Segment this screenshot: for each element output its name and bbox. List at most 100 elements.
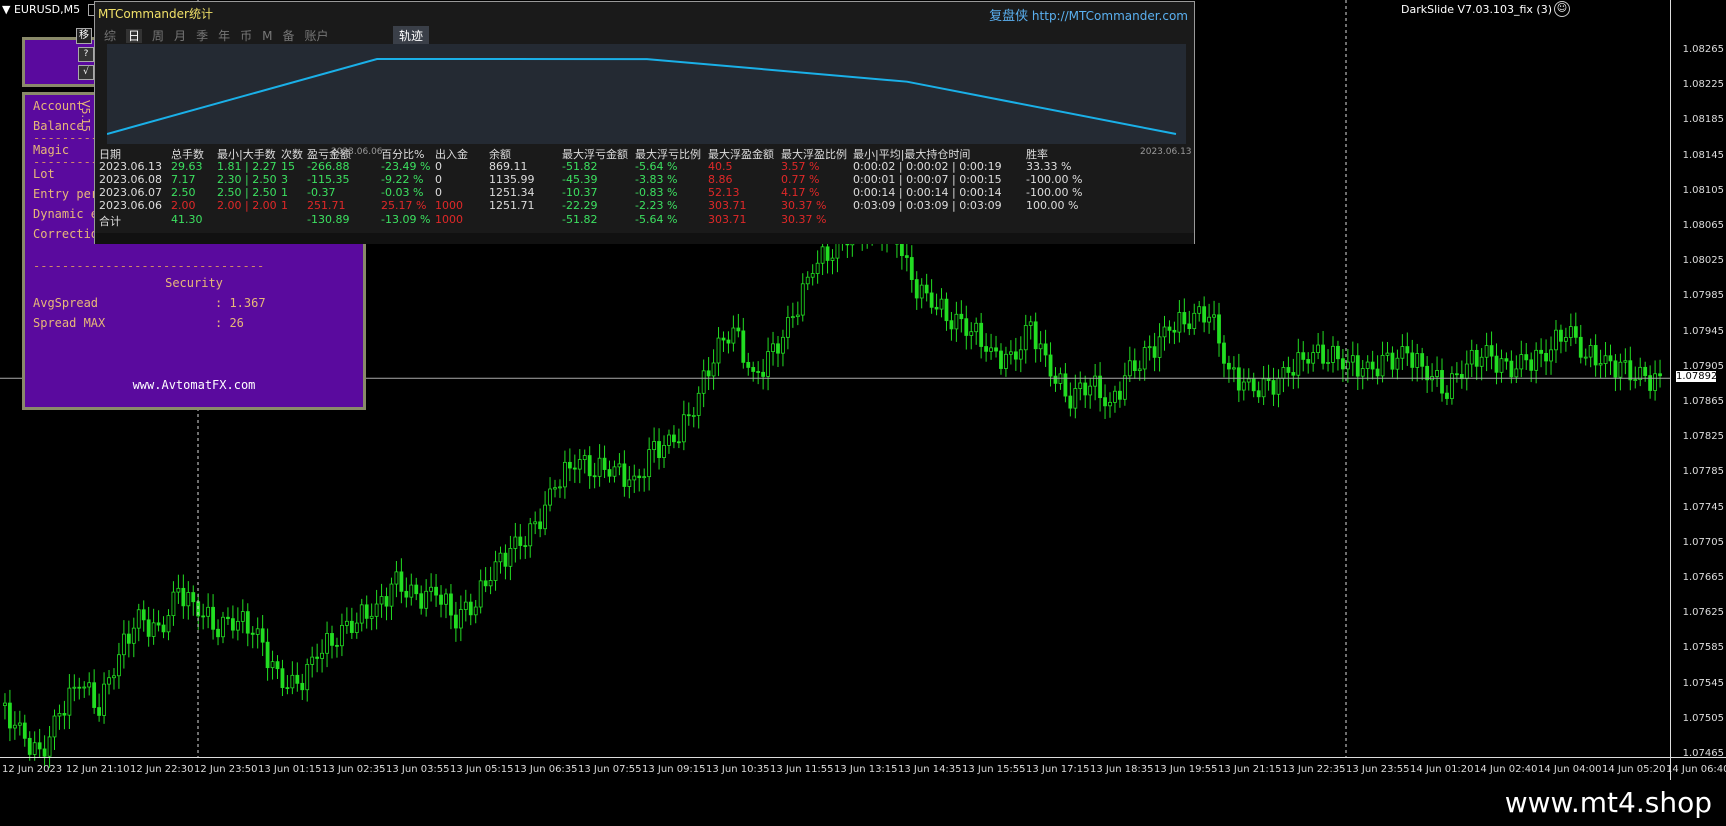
mtc-tab[interactable]: 账户 xyxy=(304,29,328,43)
candle-body xyxy=(453,614,458,629)
mtc-tab[interactable]: 日 xyxy=(126,29,143,43)
move-button[interactable]: 移 xyxy=(76,28,92,44)
candle-body xyxy=(1093,375,1098,387)
ea-website[interactable]: www.AvtomatFX.com xyxy=(25,378,363,392)
price-tick: 1.08105 xyxy=(1682,184,1724,196)
candle-body xyxy=(97,707,102,716)
candle-body xyxy=(1291,372,1296,376)
table-cell: 4.17 % xyxy=(781,186,820,199)
dynamic-label: Dynamic e xyxy=(33,207,99,221)
candle-body xyxy=(226,616,230,620)
candle-body xyxy=(949,320,954,330)
mtc-link-url: http://MTCommander.com xyxy=(1031,9,1188,23)
table-cell: 303.71 xyxy=(708,213,747,226)
candle-body xyxy=(994,347,998,352)
dropdown-icon[interactable]: ▼ xyxy=(2,3,10,16)
candle-body xyxy=(597,457,602,477)
mtc-tab[interactable]: M xyxy=(262,29,272,43)
time-tick: 13 Jun 03:55 xyxy=(386,764,450,775)
graph-end-date: 2023.06.13 xyxy=(1140,147,1192,157)
price-tick: 1.07785 xyxy=(1682,466,1724,478)
mtc-tab[interactable]: 季 xyxy=(196,29,208,43)
price-tick: 1.08145 xyxy=(1682,149,1724,161)
mtc-tab[interactable]: 币 xyxy=(240,29,252,43)
track-button[interactable]: 轨迹 xyxy=(393,26,430,45)
candle-body xyxy=(325,633,329,654)
candle-body xyxy=(667,434,671,446)
candle-body xyxy=(424,590,429,609)
mtc-tab[interactable]: 备 xyxy=(282,29,294,43)
price-tick: 1.08185 xyxy=(1682,114,1724,126)
mtcommander-window[interactable]: MTCommander统计 复盘侠 http://MTCommander.com… xyxy=(94,1,1195,244)
mtc-tab[interactable]: 年 xyxy=(218,29,230,43)
mtc-link[interactable]: 复盘侠 http://MTCommander.com xyxy=(989,5,1188,24)
candle-body xyxy=(1266,378,1271,381)
mtc-tab[interactable]: 综 xyxy=(104,29,116,43)
candle-body xyxy=(761,371,766,377)
candle-body xyxy=(548,488,552,506)
candle-body xyxy=(1296,352,1301,376)
candle-body xyxy=(954,313,959,330)
candle-body xyxy=(1137,368,1142,372)
table-cell: -9.22 % xyxy=(381,173,424,186)
candle-body xyxy=(335,644,339,647)
table-cell: -2.23 % xyxy=(635,199,678,212)
candle-body xyxy=(716,337,721,364)
candle-body xyxy=(181,587,186,607)
help-button[interactable]: ? xyxy=(78,47,94,62)
table-cell: 2.30 | 2.50 xyxy=(217,173,277,186)
table-cell: -23.49 % xyxy=(381,160,431,173)
candle-body xyxy=(1440,370,1444,394)
current-price-label: 1.07892 xyxy=(1676,371,1718,383)
candle-body xyxy=(1554,329,1558,351)
candle-body xyxy=(657,441,661,458)
candle-body xyxy=(1113,390,1117,403)
candle-body xyxy=(1370,361,1375,370)
candle-body xyxy=(751,367,756,372)
candle-body xyxy=(612,466,617,477)
table-cell: 30.37 % xyxy=(781,199,827,212)
mtc-tab[interactable]: 周 xyxy=(152,29,164,43)
candle-body xyxy=(1108,401,1112,407)
time-axis: 12 Jun 2023 12 Jun 21:10 12 Jun 22:30 12 Ju… xyxy=(0,757,1726,778)
candle-body xyxy=(171,591,176,617)
time-tick: 14 Jun 05:20 xyxy=(1602,764,1666,775)
candle-body xyxy=(582,455,587,460)
table-cell: -45.39 xyxy=(562,173,598,186)
candle-body xyxy=(919,284,924,299)
table-cell: 251.71 xyxy=(307,199,346,212)
candle-body xyxy=(1187,323,1192,330)
candle-body xyxy=(255,628,260,635)
mtc-tab[interactable]: 月 xyxy=(174,29,186,43)
time-tick: 13 Jun 10:35 xyxy=(706,764,770,775)
table-cell: 合计 xyxy=(99,215,121,228)
candle-body xyxy=(974,322,979,333)
table-cell: 52.13 xyxy=(708,186,740,199)
candle-body xyxy=(1177,312,1182,333)
candle-body xyxy=(240,611,245,622)
candle-body xyxy=(245,611,250,634)
confirm-button[interactable]: √ xyxy=(78,65,94,80)
candle-body xyxy=(463,601,468,610)
candle-body xyxy=(681,414,686,443)
time-tick: 13 Jun 14:35 xyxy=(898,764,962,775)
candle-body xyxy=(1454,373,1459,376)
candle-body xyxy=(12,724,17,729)
candle-body xyxy=(1385,352,1390,356)
table-cell: 33.33 % xyxy=(1026,160,1072,173)
candle-body xyxy=(1182,312,1187,325)
ea-version: V5.15 xyxy=(79,100,92,133)
candle-body xyxy=(478,580,483,608)
table-cell: 1 xyxy=(281,199,288,212)
table-cell: 0 xyxy=(435,173,442,186)
candle-body xyxy=(131,627,136,644)
ea-smiley-icon[interactable]: ☺ xyxy=(1554,1,1570,17)
candle-body xyxy=(1241,381,1246,391)
candle-body xyxy=(92,682,97,708)
candle-body xyxy=(82,686,87,689)
table-cell: 1000 xyxy=(435,213,463,226)
table-cell: 2023.06.07 xyxy=(99,186,162,199)
candle-body xyxy=(533,521,538,525)
candle-body xyxy=(756,371,761,373)
candle-body xyxy=(32,742,37,755)
